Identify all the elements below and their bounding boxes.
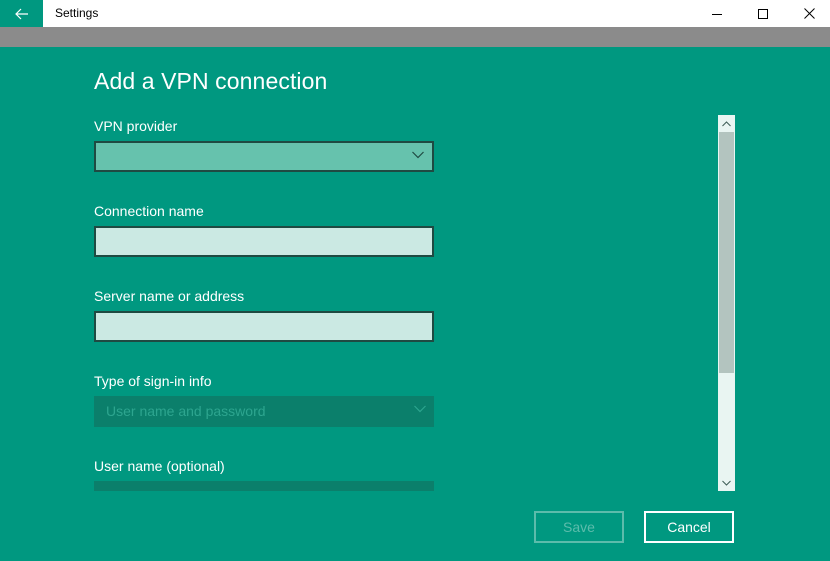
user-name-label: User name (optional)	[94, 458, 225, 474]
scroll-thumb[interactable]	[719, 132, 734, 373]
maximize-icon	[758, 8, 768, 19]
vpn-provider-label: VPN provider	[94, 118, 178, 134]
connection-name-label: Connection name	[94, 203, 204, 219]
minimize-button[interactable]	[694, 0, 740, 27]
user-name-field[interactable]	[94, 481, 434, 491]
sign-in-type-label: Type of sign-in info	[94, 373, 212, 389]
sign-in-type-dropdown[interactable]: User name and password	[94, 396, 434, 427]
window-title: Settings	[55, 6, 99, 20]
vertical-scrollbar[interactable]	[718, 115, 735, 491]
vpn-provider-dropdown[interactable]	[94, 141, 434, 172]
scroll-up-button[interactable]	[718, 115, 735, 132]
title-bar: Settings	[0, 0, 830, 27]
back-button[interactable]	[0, 0, 43, 27]
settings-window: Settings Add a VPN connection VPN provid…	[0, 0, 830, 561]
server-name-field[interactable]	[94, 311, 434, 342]
header-strip	[0, 27, 830, 47]
cancel-button[interactable]: Cancel	[644, 511, 734, 543]
server-name-label: Server name or address	[94, 288, 245, 304]
chevron-down-icon	[412, 151, 424, 159]
minimize-icon	[712, 13, 722, 15]
page-title: Add a VPN connection	[94, 68, 328, 94]
scroll-down-button[interactable]	[718, 474, 735, 491]
chevron-up-icon	[722, 120, 731, 126]
close-button[interactable]	[786, 0, 830, 27]
save-button[interactable]: Save	[534, 511, 624, 543]
chevron-down-icon	[414, 405, 426, 413]
maximize-button[interactable]	[740, 0, 786, 27]
chevron-down-icon	[722, 480, 731, 486]
sign-in-type-selected: User name and password	[106, 403, 266, 419]
close-icon	[803, 8, 815, 19]
arrow-left-icon	[14, 8, 28, 19]
connection-name-field[interactable]	[94, 226, 434, 257]
